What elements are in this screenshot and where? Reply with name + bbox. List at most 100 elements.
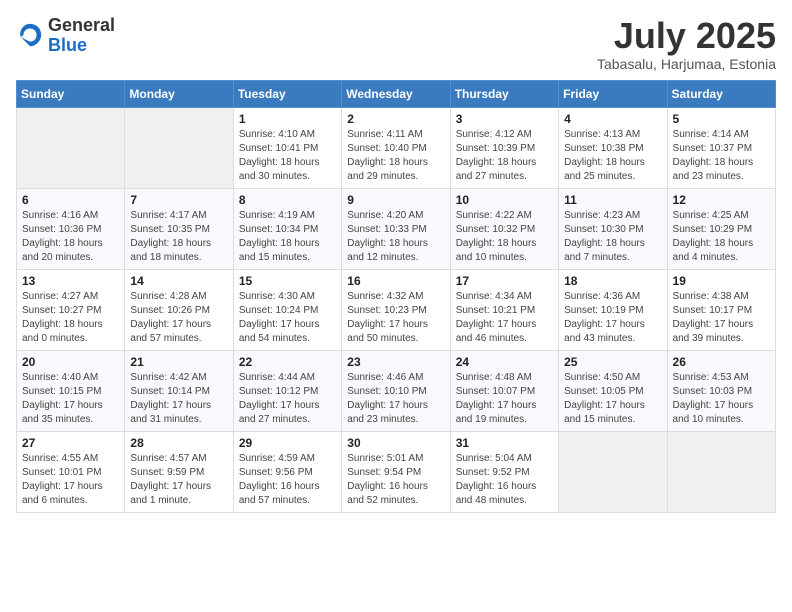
day-number: 28 [130, 436, 227, 450]
day-info: Sunrise: 4:42 AM Sunset: 10:14 PM Daylig… [130, 371, 227, 427]
calendar-cell: 3 Sunrise: 4:12 AM Sunset: 10:39 PM Dayli… [450, 107, 558, 188]
day-info: Sunrise: 4:48 AM Sunset: 10:07 PM Daylig… [456, 371, 553, 427]
day-info: Sunrise: 4:17 AM Sunset: 10:35 PM Daylig… [130, 209, 227, 265]
day-info: Sunrise: 5:04 AM Sunset: 9:52 PM Dayligh… [456, 452, 553, 508]
day-number: 15 [239, 274, 336, 288]
day-number: 29 [239, 436, 336, 450]
day-info: Sunrise: 4:36 AM Sunset: 10:19 PM Daylig… [564, 290, 661, 346]
logo-text: General Blue [48, 16, 115, 56]
day-number: 21 [130, 355, 227, 369]
day-number: 17 [456, 274, 553, 288]
page-header: General Blue July 2025 Tabasalu, Harjuma… [16, 16, 776, 72]
calendar-cell: 20 Sunrise: 4:40 AM Sunset: 10:15 PM Dayl… [17, 350, 125, 431]
day-number: 10 [456, 193, 553, 207]
day-info: Sunrise: 4:27 AM Sunset: 10:27 PM Daylig… [22, 290, 119, 346]
calendar-cell: 17 Sunrise: 4:34 AM Sunset: 10:21 PM Dayl… [450, 269, 558, 350]
weekday-header: Monday [125, 80, 233, 107]
day-info: Sunrise: 4:40 AM Sunset: 10:15 PM Daylig… [22, 371, 119, 427]
day-info: Sunrise: 4:44 AM Sunset: 10:12 PM Daylig… [239, 371, 336, 427]
day-number: 20 [22, 355, 119, 369]
month-title: July 2025 [597, 16, 776, 56]
day-number: 5 [673, 112, 770, 126]
day-info: Sunrise: 4:10 AM Sunset: 10:41 PM Daylig… [239, 128, 336, 184]
day-info: Sunrise: 4:19 AM Sunset: 10:34 PM Daylig… [239, 209, 336, 265]
day-number: 18 [564, 274, 661, 288]
calendar-cell: 21 Sunrise: 4:42 AM Sunset: 10:14 PM Dayl… [125, 350, 233, 431]
day-number: 1 [239, 112, 336, 126]
day-info: Sunrise: 4:23 AM Sunset: 10:30 PM Daylig… [564, 209, 661, 265]
day-info: Sunrise: 4:30 AM Sunset: 10:24 PM Daylig… [239, 290, 336, 346]
day-info: Sunrise: 4:46 AM Sunset: 10:10 PM Daylig… [347, 371, 444, 427]
calendar-cell: 13 Sunrise: 4:27 AM Sunset: 10:27 PM Dayl… [17, 269, 125, 350]
calendar-cell: 9Sunrise: 4:20 AM Sunset: 10:33 PM Dayli… [342, 188, 450, 269]
calendar-week-row: 6 Sunrise: 4:16 AM Sunset: 10:36 PM Dayli… [17, 188, 776, 269]
calendar-cell: 10Sunrise: 4:22 AM Sunset: 10:32 PM Dayl… [450, 188, 558, 269]
calendar-cell: 5Sunrise: 4:14 AM Sunset: 10:37 PM Dayli… [667, 107, 775, 188]
calendar-cell: 2 Sunrise: 4:11 AM Sunset: 10:40 PM Dayli… [342, 107, 450, 188]
day-info: Sunrise: 4:57 AM Sunset: 9:59 PM Dayligh… [130, 452, 227, 508]
day-info: Sunrise: 4:12 AM Sunset: 10:39 PM Daylig… [456, 128, 553, 184]
day-number: 2 [347, 112, 444, 126]
calendar-cell: 4 Sunrise: 4:13 AM Sunset: 10:38 PM Dayli… [559, 107, 667, 188]
weekday-header: Sunday [17, 80, 125, 107]
day-number: 27 [22, 436, 119, 450]
day-number: 16 [347, 274, 444, 288]
day-number: 3 [456, 112, 553, 126]
location: Tabasalu, Harjumaa, Estonia [597, 56, 776, 72]
day-info: Sunrise: 4:11 AM Sunset: 10:40 PM Daylig… [347, 128, 444, 184]
calendar-cell: 31 Sunrise: 5:04 AM Sunset: 9:52 PM Dayli… [450, 431, 558, 512]
day-number: 30 [347, 436, 444, 450]
title-section: July 2025 Tabasalu, Harjumaa, Estonia [597, 16, 776, 72]
day-info: Sunrise: 4:34 AM Sunset: 10:21 PM Daylig… [456, 290, 553, 346]
day-number: 13 [22, 274, 119, 288]
day-number: 11 [564, 193, 661, 207]
calendar-cell: 14 Sunrise: 4:28 AM Sunset: 10:26 PM Dayl… [125, 269, 233, 350]
calendar-cell: 28 Sunrise: 4:57 AM Sunset: 9:59 PM Dayli… [125, 431, 233, 512]
day-info: Sunrise: 4:20 AM Sunset: 10:33 PM Daylig… [347, 209, 444, 265]
day-info: Sunrise: 4:55 AM Sunset: 10:01 PM Daylig… [22, 452, 119, 508]
calendar-week-row: 1 Sunrise: 4:10 AM Sunset: 10:41 PM Dayli… [17, 107, 776, 188]
calendar-cell: 8Sunrise: 4:19 AM Sunset: 10:34 PM Dayli… [233, 188, 341, 269]
day-info: Sunrise: 4:28 AM Sunset: 10:26 PM Daylig… [130, 290, 227, 346]
day-number: 25 [564, 355, 661, 369]
day-info: Sunrise: 4:25 AM Sunset: 10:29 PM Daylig… [673, 209, 770, 265]
weekday-header-row: SundayMondayTuesdayWednesdayThursdayFrid… [17, 80, 776, 107]
calendar-body: 1 Sunrise: 4:10 AM Sunset: 10:41 PM Dayli… [17, 107, 776, 512]
weekday-header: Saturday [667, 80, 775, 107]
calendar-cell: 15 Sunrise: 4:30 AM Sunset: 10:24 PM Dayl… [233, 269, 341, 350]
day-number: 31 [456, 436, 553, 450]
calendar-cell: 16 Sunrise: 4:32 AM Sunset: 10:23 PM Dayl… [342, 269, 450, 350]
calendar-cell: 7Sunrise: 4:17 AM Sunset: 10:35 PM Dayli… [125, 188, 233, 269]
calendar-cell [125, 107, 233, 188]
calendar-table: SundayMondayTuesdayWednesdayThursdayFrid… [16, 80, 776, 513]
calendar-week-row: 27 Sunrise: 4:55 AM Sunset: 10:01 PM Dayl… [17, 431, 776, 512]
weekday-header: Thursday [450, 80, 558, 107]
calendar-cell: 27 Sunrise: 4:55 AM Sunset: 10:01 PM Dayl… [17, 431, 125, 512]
day-number: 6 [22, 193, 119, 207]
day-number: 24 [456, 355, 553, 369]
day-info: Sunrise: 4:32 AM Sunset: 10:23 PM Daylig… [347, 290, 444, 346]
day-number: 4 [564, 112, 661, 126]
calendar-cell [667, 431, 775, 512]
calendar-cell: 25 Sunrise: 4:50 AM Sunset: 10:05 PM Dayl… [559, 350, 667, 431]
calendar-cell: 23 Sunrise: 4:46 AM Sunset: 10:10 PM Dayl… [342, 350, 450, 431]
calendar-cell: 30Sunrise: 5:01 AM Sunset: 9:54 PM Dayli… [342, 431, 450, 512]
weekday-header: Wednesday [342, 80, 450, 107]
day-info: Sunrise: 4:16 AM Sunset: 10:36 PM Daylig… [22, 209, 119, 265]
day-info: Sunrise: 4:59 AM Sunset: 9:56 PM Dayligh… [239, 452, 336, 508]
day-number: 14 [130, 274, 227, 288]
calendar-cell: 11 Sunrise: 4:23 AM Sunset: 10:30 PM Dayl… [559, 188, 667, 269]
calendar-week-row: 13 Sunrise: 4:27 AM Sunset: 10:27 PM Dayl… [17, 269, 776, 350]
day-info: Sunrise: 4:53 AM Sunset: 10:03 PM Daylig… [673, 371, 770, 427]
day-info: Sunrise: 4:50 AM Sunset: 10:05 PM Daylig… [564, 371, 661, 427]
day-number: 19 [673, 274, 770, 288]
calendar-cell: 19Sunrise: 4:38 AM Sunset: 10:17 PM Dayl… [667, 269, 775, 350]
weekday-header: Tuesday [233, 80, 341, 107]
calendar-cell: 1 Sunrise: 4:10 AM Sunset: 10:41 PM Dayli… [233, 107, 341, 188]
day-number: 23 [347, 355, 444, 369]
calendar-cell: 29 Sunrise: 4:59 AM Sunset: 9:56 PM Dayli… [233, 431, 341, 512]
day-number: 12 [673, 193, 770, 207]
day-info: Sunrise: 4:13 AM Sunset: 10:38 PM Daylig… [564, 128, 661, 184]
calendar-cell [17, 107, 125, 188]
calendar-cell: 26Sunrise: 4:53 AM Sunset: 10:03 PM Dayl… [667, 350, 775, 431]
